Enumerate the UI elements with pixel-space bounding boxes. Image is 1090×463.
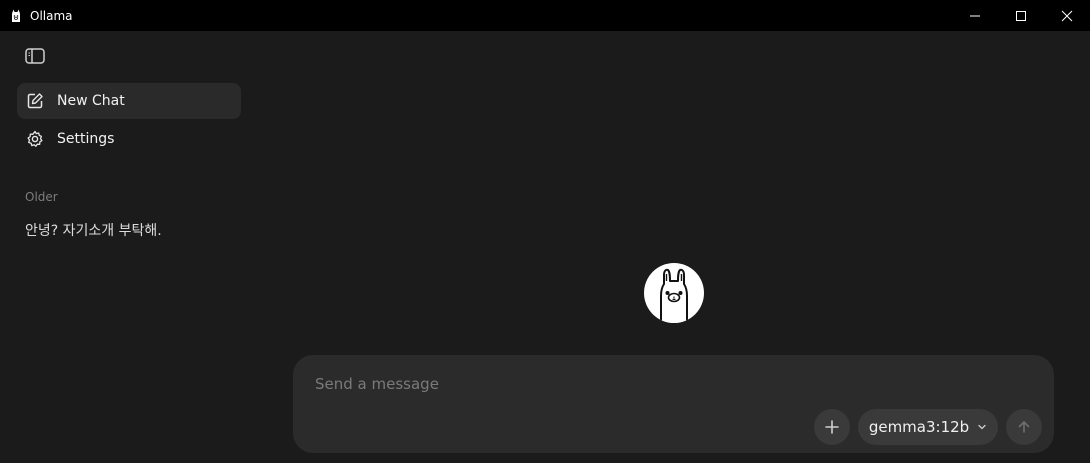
sidebar-item-settings[interactable]: Settings: [17, 121, 241, 157]
maximize-button[interactable]: [998, 0, 1044, 31]
send-button[interactable]: [1006, 409, 1042, 445]
sidebar-item-label: Settings: [57, 131, 115, 147]
maximize-icon: [1016, 10, 1026, 21]
ollama-llama-icon: [12, 9, 20, 22]
new-chat-icon: [27, 93, 43, 109]
title-bar: Ollama: [0, 0, 1090, 31]
history-item[interactable]: 안녕? 자기소개 부탁해.: [25, 220, 162, 240]
ollama-logo-icon: [644, 263, 704, 323]
sidebar-item-label: New Chat: [57, 93, 125, 109]
arrow-up-icon: [1018, 421, 1030, 433]
plus-icon: [825, 420, 839, 434]
window-controls: [952, 0, 1090, 31]
close-icon: [1061, 10, 1073, 21]
model-name: gemma3:12b: [868, 418, 970, 436]
window-title: Ollama: [30, 8, 73, 23]
chevron-down-icon: [978, 424, 986, 430]
close-button[interactable]: [1044, 0, 1090, 31]
attach-button[interactable]: [814, 409, 850, 445]
message-composer: gemma3:12b: [293, 355, 1054, 453]
sidebar: New Chat Settings Older 안녕? 자기소개 부탁해.: [0, 31, 258, 463]
sidebar-toggle-icon[interactable]: [25, 48, 45, 64]
model-selector[interactable]: gemma3:12b: [858, 409, 998, 445]
message-input[interactable]: [313, 371, 1017, 397]
minimize-icon: [970, 15, 980, 16]
history-section-label: Older: [25, 190, 58, 204]
sidebar-item-new-chat[interactable]: New Chat: [17, 83, 241, 119]
minimize-button[interactable]: [952, 0, 998, 31]
gear-icon: [27, 130, 43, 147]
